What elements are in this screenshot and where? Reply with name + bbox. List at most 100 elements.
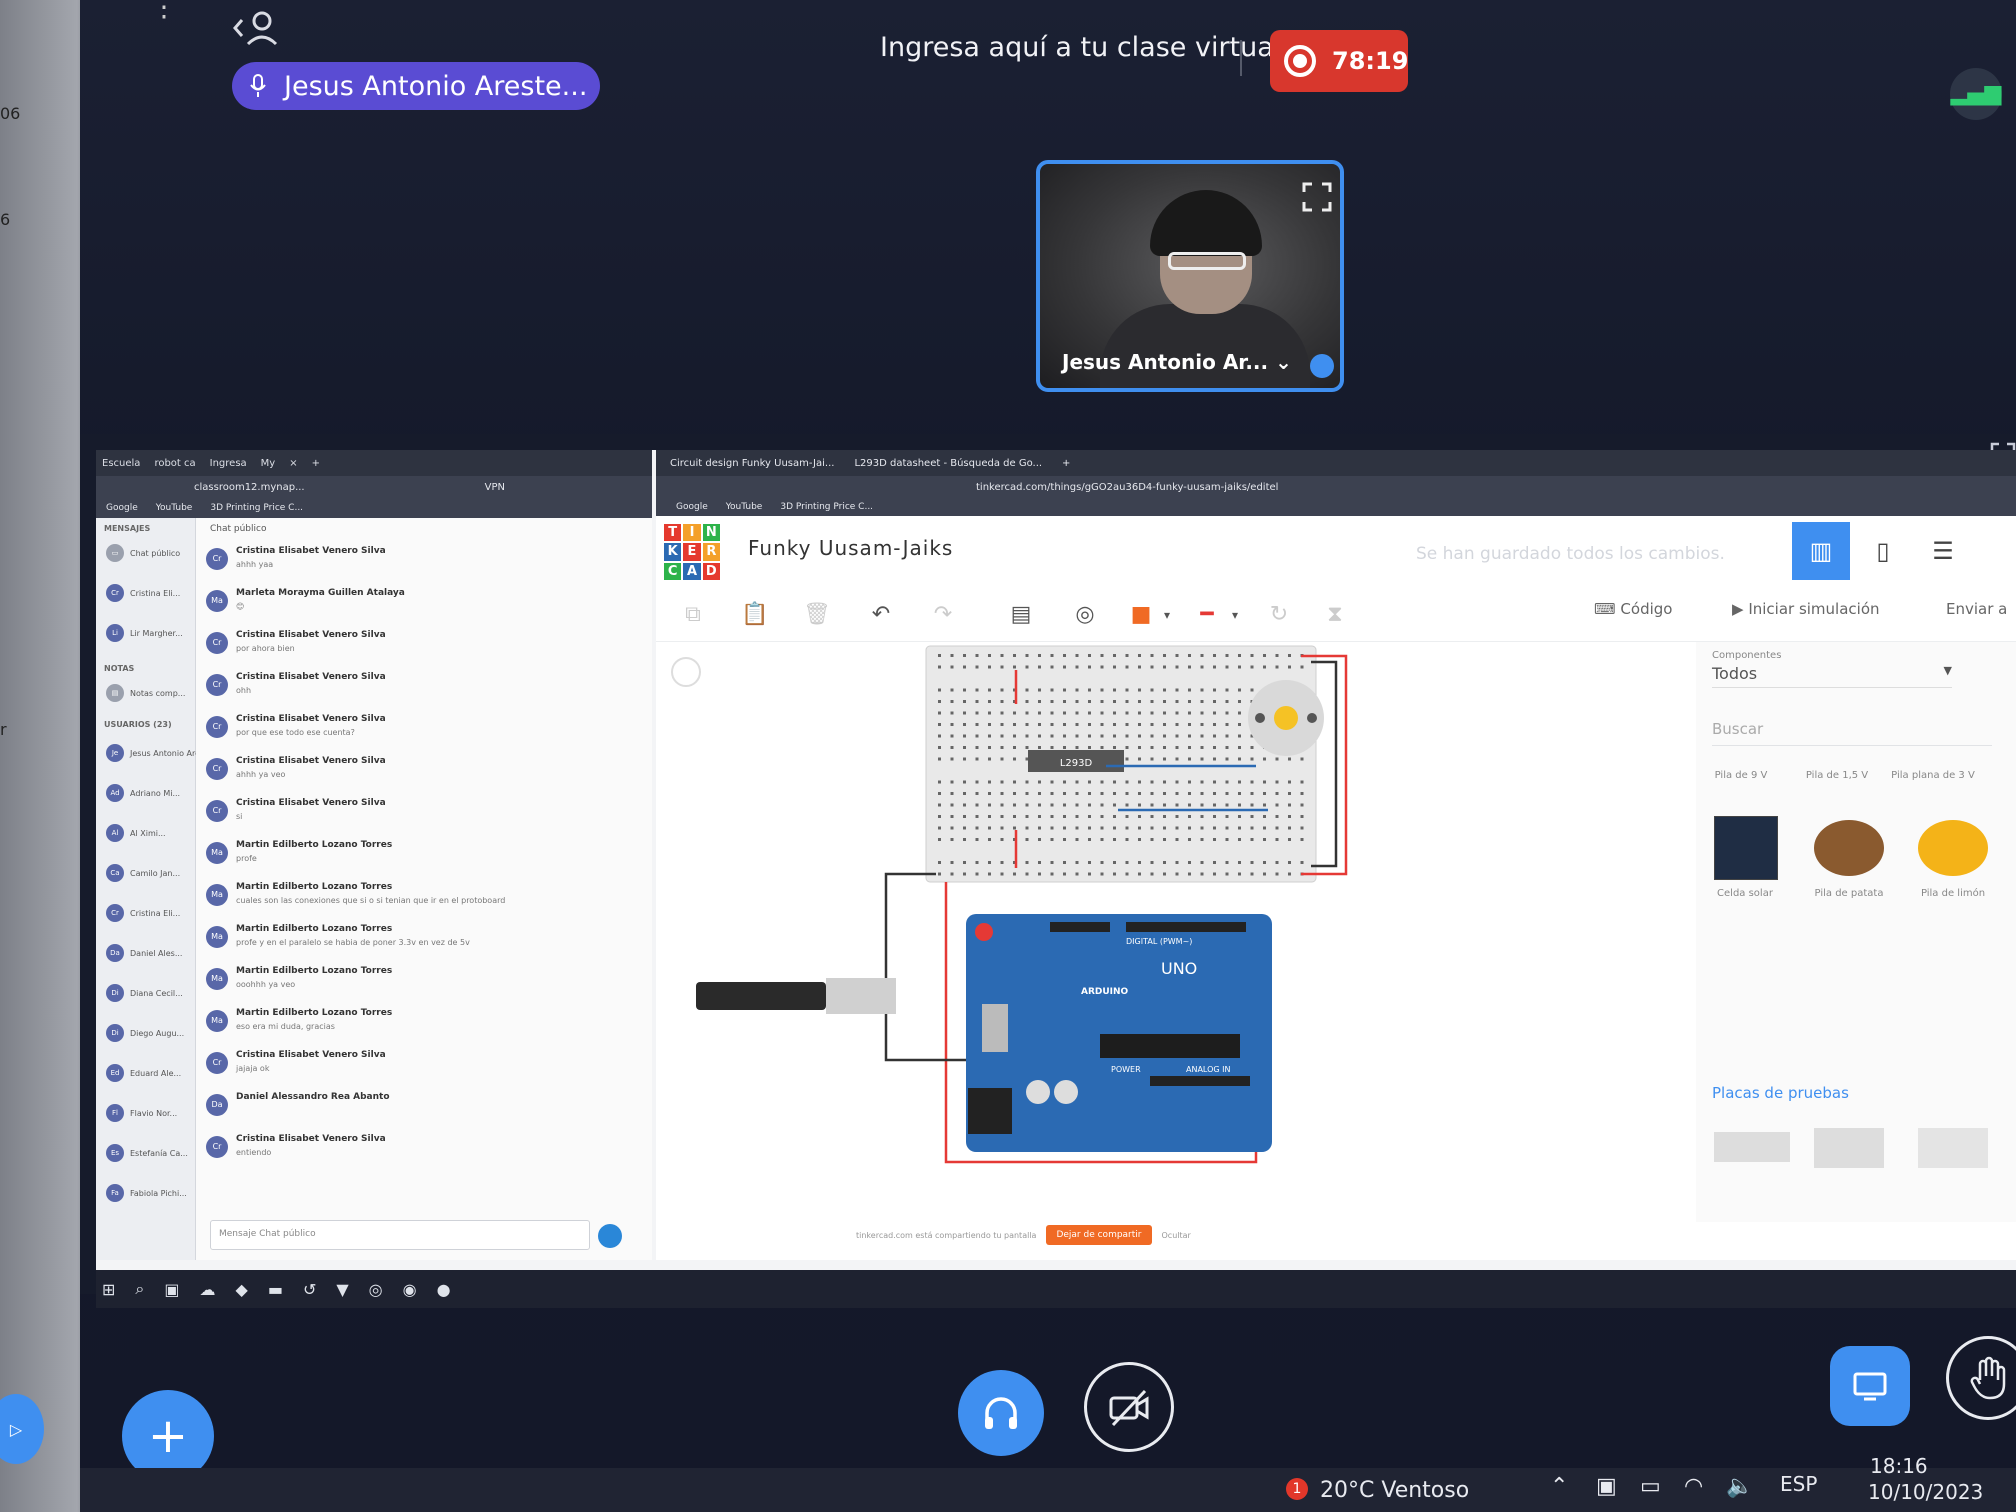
weather-widget[interactable]: 20°C Ventoso (1320, 1478, 1469, 1503)
component-label[interactable]: Pila de patata (1804, 888, 1894, 899)
new-tab-icon[interactable]: + (1062, 458, 1070, 469)
sidebar-item-public-chat[interactable]: ▭ Chat público (106, 544, 180, 562)
clock-time[interactable]: 18:16 (1870, 1454, 1928, 1478)
close-tab-icon[interactable]: × (289, 458, 297, 469)
language-indicator[interactable]: ESP (1780, 1472, 1817, 1496)
chevron-down-icon[interactable]: ▾ (1152, 600, 1182, 630)
wire-type-icon[interactable]: ━ (1192, 600, 1222, 630)
copy-icon[interactable]: ⧉ (678, 600, 708, 630)
send-to-button[interactable]: Enviar a (1946, 600, 2007, 618)
project-title[interactable]: Funky Uusam-Jaiks (748, 536, 953, 560)
sidebar-item-contact[interactable]: Cr Cristina Eli... (106, 584, 180, 602)
chevron-down-icon[interactable]: ▾ (1220, 600, 1250, 630)
camera-off-button[interactable] (1084, 1362, 1174, 1452)
recording-indicator[interactable]: 78:19 (1270, 30, 1408, 92)
user-list-item[interactable]: Ed Eduard Ale... (106, 1064, 181, 1082)
breadboard-component[interactable] (1814, 1128, 1884, 1168)
breadboard-component[interactable] (1714, 1132, 1790, 1162)
bookmark[interactable]: YouTube (726, 502, 763, 512)
brave-browser-icon[interactable]: ▼ (336, 1280, 348, 1299)
solar-cell-component[interactable] (1714, 816, 1778, 880)
user-list-item[interactable]: Al Al Ximi... (106, 824, 166, 842)
address-bar[interactable]: classroom12.mynap... VPN (96, 476, 652, 498)
reset-button[interactable] (975, 923, 993, 941)
tinkercad-logo[interactable]: TIN KER CAD (664, 524, 720, 580)
paste-icon[interactable]: 📋 (740, 600, 770, 630)
send-icon[interactable] (598, 1224, 622, 1248)
stop-sharing-button[interactable]: Dejar de compartir (1046, 1225, 1152, 1245)
schematic-view-icon[interactable]: ▯ (1854, 522, 1912, 580)
chat-header[interactable]: Chat público (210, 524, 266, 534)
fullscreen-icon[interactable] (1302, 182, 1332, 212)
wifi-icon[interactable]: ◠ (1684, 1474, 1703, 1499)
bookmark[interactable]: 3D Printing Price C... (210, 503, 303, 513)
weather-widget-icon[interactable]: ☁ (200, 1280, 216, 1299)
chat-message-input[interactable]: Mensaje Chat público (210, 1220, 590, 1250)
component-label[interactable]: Pila de limón (1908, 888, 1998, 899)
circuit-view-icon[interactable]: ▥ (1792, 522, 1850, 580)
windows-start-icon[interactable]: ⊞ (102, 1280, 115, 1299)
user-list-item[interactable]: Es Estefanía Ca... (106, 1144, 188, 1162)
browser-tab[interactable]: Escuela (102, 458, 140, 469)
component-label[interactable]: Celda solar (1700, 888, 1790, 899)
view-icon[interactable]: ◎ (1070, 600, 1100, 630)
edge-browser-icon[interactable]: ◉ (403, 1280, 417, 1299)
sidebar-item-contact[interactable]: Li Lir Margher... (106, 624, 183, 642)
user-list-item[interactable]: Da Daniel Ales... (106, 944, 182, 962)
lemon-battery-component[interactable] (1918, 820, 1988, 876)
component-label[interactable]: Pila de 1,5 V (1792, 770, 1882, 781)
user-list-item[interactable]: Cr Cristina Eli... (106, 904, 180, 922)
bookmark[interactable]: Google (106, 503, 138, 513)
potato-battery-component[interactable] (1814, 820, 1884, 876)
search-icon[interactable]: ⌕ (135, 1279, 144, 1299)
components-filter-select[interactable]: Todos ▼ (1712, 664, 1952, 688)
browser-tab[interactable]: Ingresa (210, 458, 247, 469)
user-list-item[interactable]: Fl Flavio Nor... (106, 1104, 177, 1122)
chrome-browser-icon[interactable]: ● (437, 1280, 451, 1299)
new-tab-icon[interactable]: + (312, 458, 320, 469)
chevron-up-icon[interactable]: ⌃ (1550, 1474, 1568, 1499)
user-list-item[interactable]: Fa Fabiola Pichi... (106, 1184, 187, 1202)
bookmark[interactable]: Google (676, 502, 708, 512)
app-icon[interactable]: ◆ (236, 1280, 248, 1299)
rotate-icon[interactable]: ↻ (1264, 600, 1294, 630)
user-list-item[interactable]: Ad Adriano Mi... (106, 784, 180, 802)
browser-tab[interactable]: My (261, 458, 276, 469)
connection-status-icon[interactable]: ▂▄▆ (1950, 68, 2002, 120)
task-view-icon[interactable]: ▣ (164, 1280, 179, 1299)
redo-icon[interactable]: ↷ (928, 600, 958, 630)
user-list-item[interactable]: Di Diego Augu... (106, 1024, 184, 1042)
webcam-tile[interactable]: Jesus Antonio Ar... ⌄ (1036, 160, 1344, 392)
browser-tab[interactable]: robot ca (154, 458, 195, 469)
whatsapp-icon[interactable]: ◎ (369, 1280, 383, 1299)
breadboard-component[interactable] (1918, 1128, 1988, 1168)
code-button[interactable]: ⌨ Código (1594, 600, 1672, 618)
component-list-icon[interactable]: ☰ (1914, 522, 1972, 580)
component-label[interactable]: Pila de 9 V (1696, 770, 1786, 781)
user-list-item[interactable]: Di Diana Cecil... (106, 984, 183, 1002)
headphones-button[interactable] (958, 1370, 1044, 1456)
bookmark[interactable]: 3D Printing Price C... (780, 502, 873, 512)
bookmark[interactable]: YouTube (156, 503, 193, 513)
browser-tab[interactable]: Circuit design Funky Uusam-Jai... (670, 458, 834, 469)
component-search-input[interactable]: Buscar (1712, 716, 1992, 746)
clock-date[interactable]: 10/10/2023 (1868, 1480, 1983, 1504)
browser-tab[interactable]: L293D datasheet - Búsqueda de Go... (854, 458, 1042, 469)
start-simulation-button[interactable]: ▶ Iniciar simulación (1732, 600, 1880, 618)
undo-icon[interactable]: ↶ (866, 600, 896, 630)
volume-icon[interactable]: 🔈 (1726, 1474, 1753, 1499)
menu-icon[interactable]: ⋮ (150, 0, 178, 21)
screen-share-button[interactable] (1830, 1346, 1910, 1426)
app-icon[interactable]: ↺ (303, 1280, 316, 1299)
user-list-icon[interactable] (232, 8, 284, 48)
usb-cable[interactable] (696, 982, 826, 1010)
flip-icon[interactable]: ⧗ (1320, 600, 1350, 630)
delete-icon[interactable]: 🗑 (802, 600, 832, 630)
sidebar-item-notes[interactable]: ▤ Notas comp... (106, 684, 185, 702)
hide-button[interactable]: Ocultar (1162, 1231, 1191, 1240)
circuit-canvas[interactable]: L293D DIGITAL (PWM~) UNO ARDUINO POWER A… (656, 642, 1696, 1222)
user-list-item[interactable]: Ca Camilo Jan... (106, 864, 180, 882)
zoom-fit-icon[interactable] (671, 657, 701, 687)
folder-icon[interactable]: ▬ (268, 1280, 283, 1299)
app-tray-icon[interactable]: ▣ (1596, 1474, 1617, 1499)
